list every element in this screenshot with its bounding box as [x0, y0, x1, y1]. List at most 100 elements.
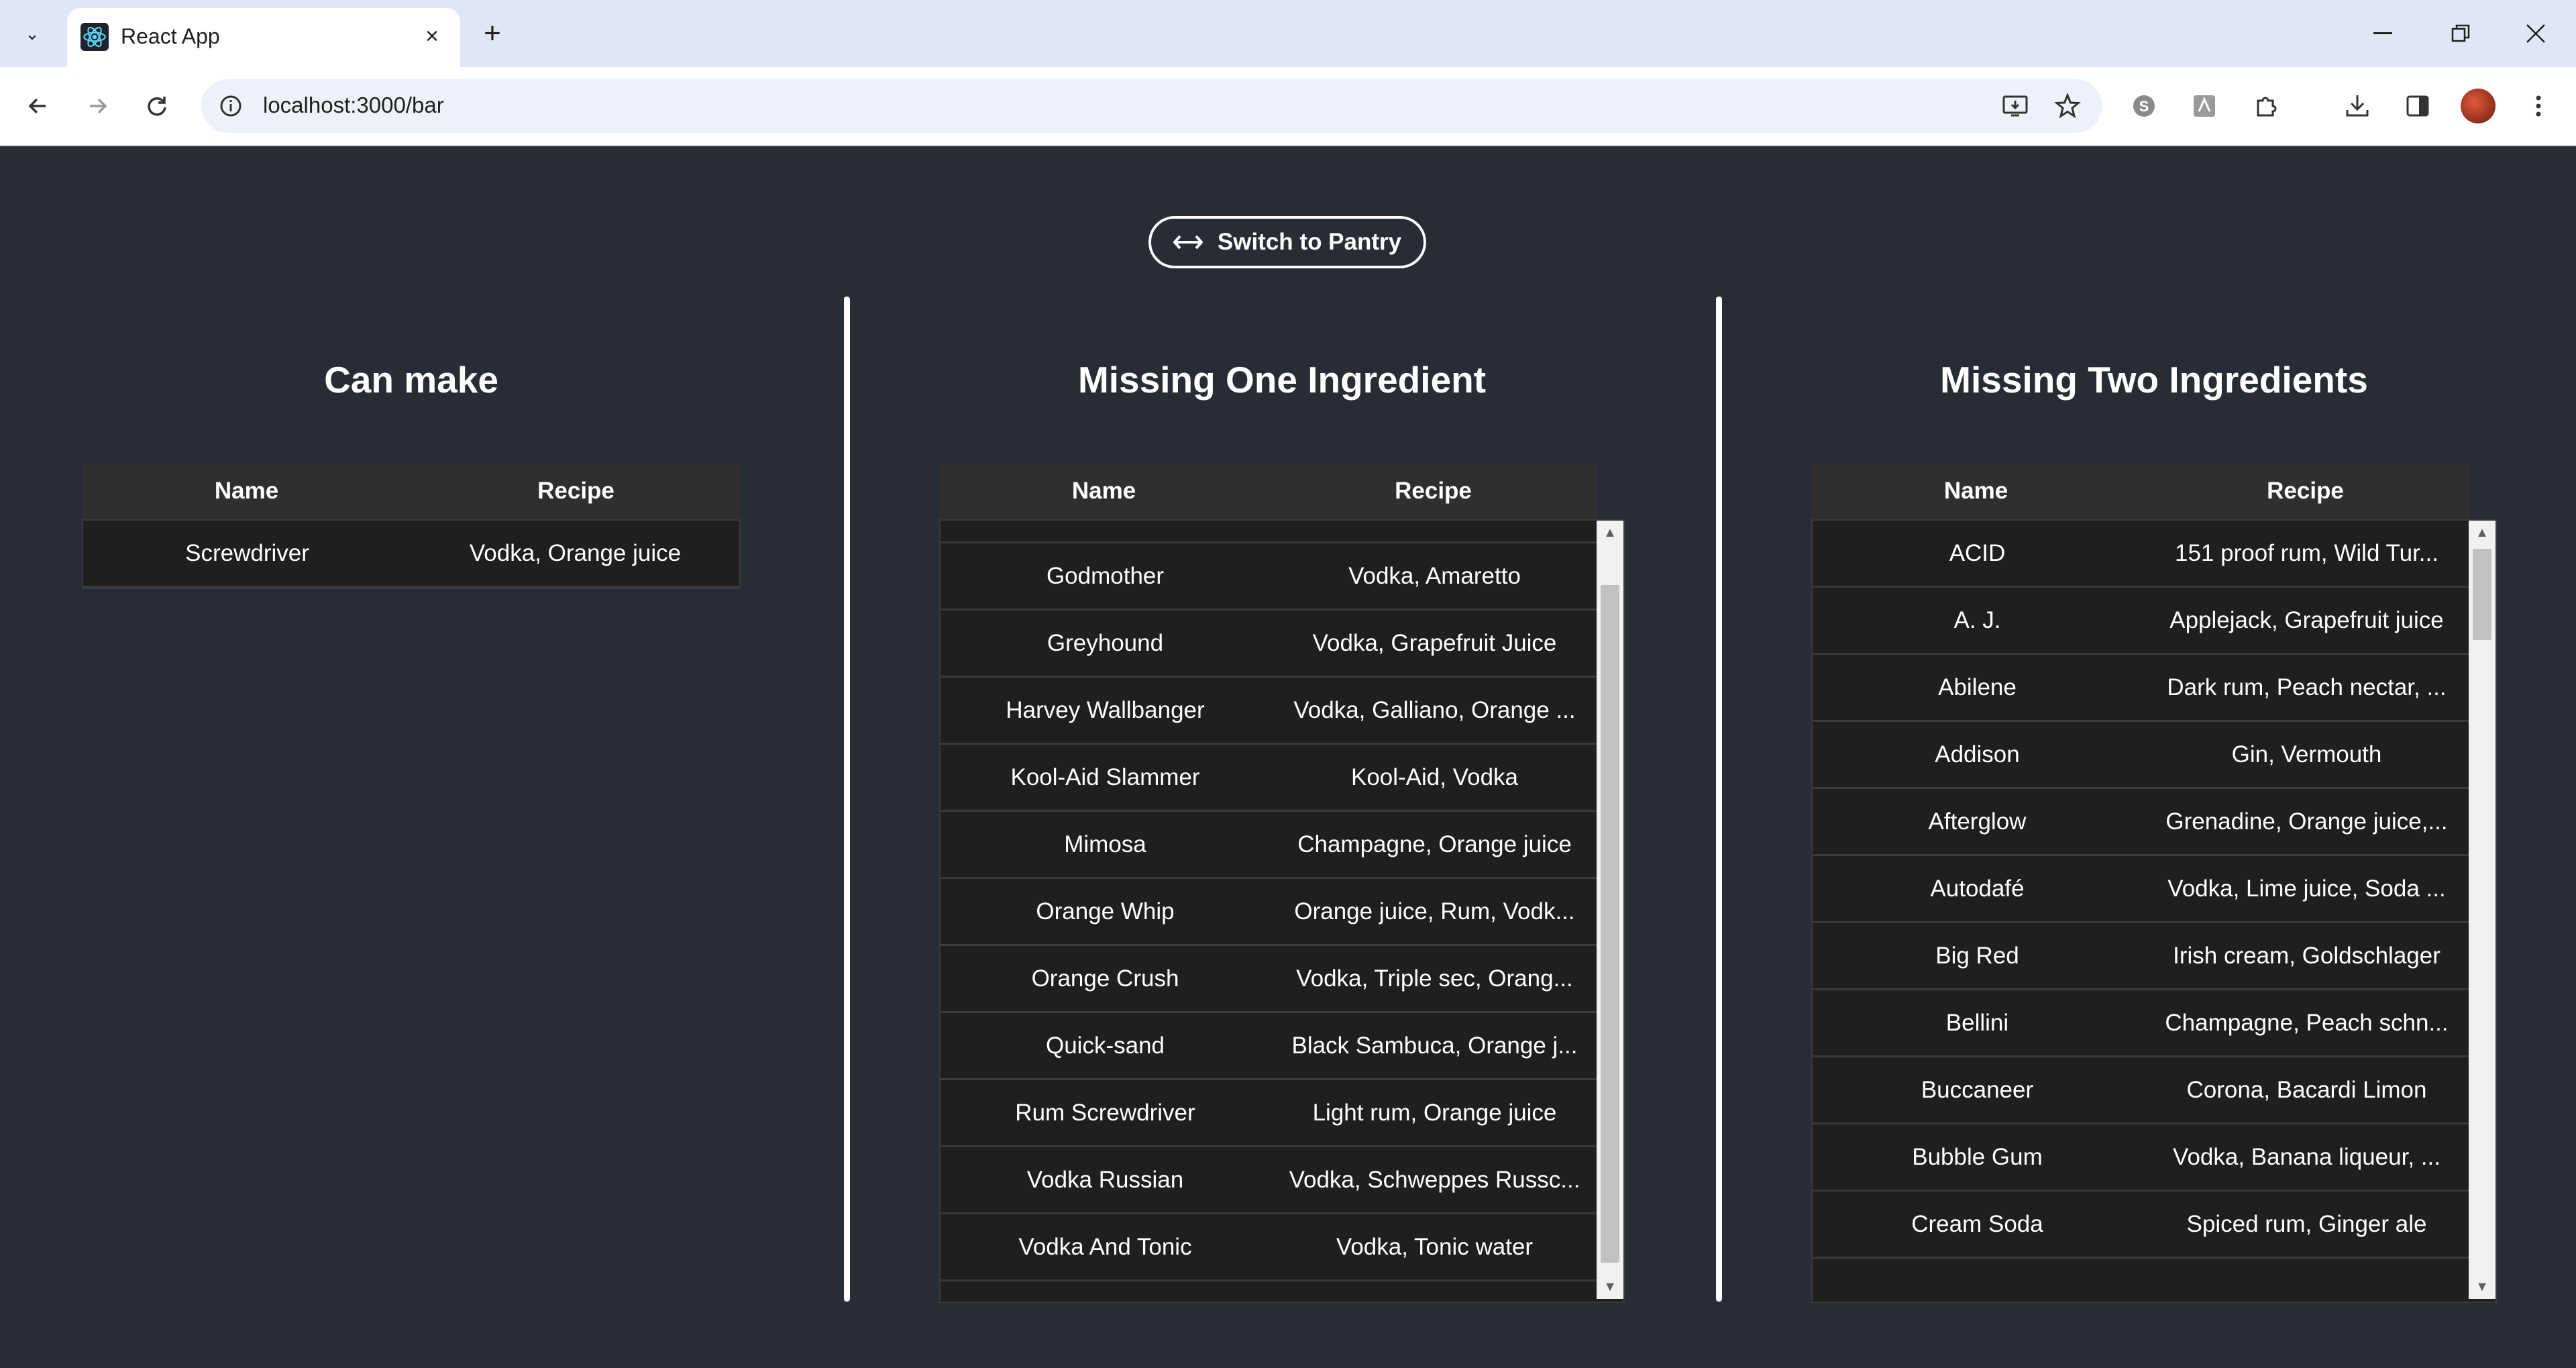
- name-column-header: Name: [214, 478, 279, 504]
- cocktail-recipe: Irish cream, Goldschlager: [2173, 943, 2440, 969]
- recipe-column-header: Recipe: [2267, 478, 2344, 504]
- cocktail-recipe: Light rum, Orange juice: [1312, 1100, 1557, 1126]
- site-info-icon[interactable]: [216, 91, 246, 121]
- minimize-button[interactable]: [2349, 8, 2416, 59]
- new-tab-button[interactable]: +: [474, 15, 511, 52]
- missing-one-title: Missing One Ingredient: [1077, 359, 1487, 401]
- table-body[interactable]: Godmother Vodka, Amaretto Greyhound Vodka,…: [939, 519, 1625, 1303]
- browser-tab[interactable]: React App ×: [67, 8, 460, 67]
- scrollbar-thumb[interactable]: [1601, 585, 1619, 1263]
- cocktail-recipe: Vodka, Orange juice: [469, 540, 682, 566]
- tab-title: React App: [121, 24, 220, 48]
- extensions-puzzle-icon[interactable]: [2247, 87, 2285, 125]
- cocktail-name: Bellini: [1945, 1010, 2009, 1036]
- table-row[interactable]: Godmother Vodka, Amaretto: [941, 543, 1599, 611]
- skype-extension-icon[interactable]: S: [2125, 87, 2163, 125]
- table-row[interactable]: Big Red Irish cream, Goldschlager: [1813, 923, 2471, 990]
- arrow-right-icon: [90, 98, 107, 114]
- scroll-up-icon[interactable]: ▲: [2469, 521, 2496, 545]
- table-row[interactable]: A. J. Applejack, Grapefruit juice: [1813, 588, 2471, 655]
- scroll-down-icon[interactable]: ▼: [1597, 1275, 1623, 1299]
- can-make-title: Can make: [324, 359, 498, 401]
- table-row[interactable]: Quick-sand Black Sambuca, Orange j...: [941, 1013, 1599, 1080]
- cocktail-recipe: Vodka, Schweppes Russc...: [1289, 1167, 1580, 1193]
- back-button[interactable]: [19, 87, 56, 125]
- cocktail-name: Vodka Russian: [1026, 1167, 1184, 1193]
- chevron-down-icon: ⌄: [25, 23, 40, 44]
- cocktail-recipe: Vodka, Grapefruit Juice: [1312, 630, 1557, 656]
- cocktail-name: Mimosa: [1064, 831, 1146, 857]
- cocktail-recipe: Gin, Vermouth: [2231, 741, 2382, 768]
- switch-to-pantry-button[interactable]: Switch to Pantry: [1148, 216, 1426, 268]
- missing-two-title: Missing Two Ingredients: [1940, 359, 2368, 401]
- table-row[interactable]: Mimosa Champagne, Orange juice: [941, 812, 1599, 879]
- cocktail-name: Orange Crush: [1031, 965, 1179, 992]
- minimize-icon: [2373, 32, 2392, 34]
- menu-dots-icon[interactable]: [2520, 87, 2557, 125]
- table-body[interactable]: ACID 151 proof rum, Wild Tur... A. J. Appl…: [1811, 519, 2497, 1303]
- bookmark-star-icon[interactable]: [2051, 90, 2084, 122]
- download-icon[interactable]: [2339, 87, 2376, 125]
- rows-container: ACID 151 proof rum, Wild Tur... A. J. Appl…: [1813, 521, 2471, 1259]
- cocktail-recipe: Vodka, Galliano, Orange ...: [1293, 697, 1576, 723]
- scroll-up-icon[interactable]: ▲: [1597, 521, 1623, 545]
- close-icon: [2526, 24, 2545, 43]
- name-column-header: Name: [1943, 478, 2008, 504]
- restore-button[interactable]: [2427, 8, 2494, 59]
- profile-avatar[interactable]: [2461, 89, 2496, 123]
- partial-table-row: [941, 521, 1599, 543]
- table-scrollbar[interactable]: ▲ ▼: [1597, 521, 1623, 1299]
- table-row[interactable]: ACID 151 proof rum, Wild Tur...: [1813, 521, 2471, 588]
- restore-icon: [2451, 24, 2470, 42]
- cocktail-recipe: Vodka, Triple sec, Orang...: [1296, 965, 1573, 992]
- cocktail-recipe: Black Sambuca, Orange j...: [1291, 1033, 1578, 1059]
- tab-search-button[interactable]: ⌄: [15, 16, 50, 51]
- address-bar[interactable]: localhost:3000/bar: [201, 79, 2102, 133]
- missing-two-table: Name Recipe ACID 151 proof rum, Wild Tur.…: [1811, 463, 2497, 1303]
- cocktail-name: Vodka And Tonic: [1018, 1234, 1192, 1260]
- table-row[interactable]: Autodafé Vodka, Lime juice, Soda ...: [1813, 856, 2471, 923]
- table-scrollbar[interactable]: ▲ ▼: [2469, 521, 2496, 1299]
- side-panel-icon[interactable]: [2399, 87, 2436, 125]
- forward-button[interactable]: [79, 87, 117, 125]
- table-row[interactable]: Vodka Russian Vodka, Schweppes Russc...: [941, 1147, 1599, 1214]
- table-row[interactable]: Rum Screwdriver Light rum, Orange juice: [941, 1080, 1599, 1147]
- react-logo-icon: [80, 23, 109, 51]
- table-row[interactable]: Bubble Gum Vodka, Banana liqueur, ...: [1813, 1124, 2471, 1192]
- cocktail-name: Godmother: [1046, 563, 1165, 589]
- table-row[interactable]: Vodka And Tonic Vodka, Tonic water: [941, 1214, 1599, 1281]
- table-row[interactable]: Addison Gin, Vermouth: [1813, 722, 2471, 789]
- table-row[interactable]: Greyhound Vodka, Grapefruit Juice: [941, 611, 1599, 678]
- reload-button[interactable]: [138, 87, 176, 125]
- table-row[interactable]: Harvey Wallbanger Vodka, Galliano, Orange…: [941, 678, 1599, 745]
- table-row[interactable]: Screwdriver Vodka, Orange juice: [83, 521, 739, 588]
- browser-toolbar: localhost:3000/bar S: [0, 67, 2576, 146]
- table-row[interactable]: Kool-Aid Slammer Kool-Aid, Vodka: [941, 745, 1599, 812]
- cocktail-recipe: Grenadine, Orange juice,...: [2165, 808, 2448, 835]
- cocktail-recipe: Spiced rum, Ginger ale: [2186, 1211, 2427, 1237]
- scroll-down-icon[interactable]: ▼: [2469, 1275, 2496, 1299]
- table-row[interactable]: Buccaneer Corona, Bacardi Limon: [1813, 1057, 2471, 1124]
- table-row[interactable]: Cream Soda Spiced rum, Ginger ale: [1813, 1192, 2471, 1259]
- translate-extension-icon[interactable]: [2186, 87, 2223, 125]
- cocktail-recipe: Champagne, Orange juice: [1297, 831, 1572, 857]
- table-row[interactable]: Bellini Champagne, Peach schn...: [1813, 990, 2471, 1057]
- close-tab-icon[interactable]: ×: [417, 21, 447, 51]
- close-window-button[interactable]: [2502, 8, 2569, 59]
- cocktail-name: Big Red: [1935, 943, 2019, 969]
- scrollbar-thumb[interactable]: [2473, 549, 2491, 640]
- cocktail-name: Kool-Aid Slammer: [1010, 764, 1200, 790]
- cocktail-name: Quick-sand: [1045, 1033, 1165, 1059]
- recipe-column-header: Recipe: [537, 478, 614, 504]
- cocktail-name: Cream Soda: [1911, 1211, 2043, 1237]
- cocktail-recipe: Kool-Aid, Vodka: [1350, 764, 1519, 790]
- table-row[interactable]: Abilene Dark rum, Peach nectar, ...: [1813, 655, 2471, 722]
- install-app-icon[interactable]: [1999, 90, 2031, 122]
- table-row[interactable]: Orange Whip Orange juice, Rum, Vodk...: [941, 879, 1599, 946]
- table-header: Name Recipe: [939, 463, 1598, 519]
- cocktail-name: Orange Whip: [1036, 898, 1175, 925]
- cocktail-name: Addison: [1935, 741, 2020, 768]
- cocktail-name: Rum Screwdriver: [1015, 1100, 1195, 1126]
- table-row[interactable]: Afterglow Grenadine, Orange juice,...: [1813, 789, 2471, 856]
- table-row[interactable]: Orange Crush Vodka, Triple sec, Orang...: [941, 946, 1599, 1013]
